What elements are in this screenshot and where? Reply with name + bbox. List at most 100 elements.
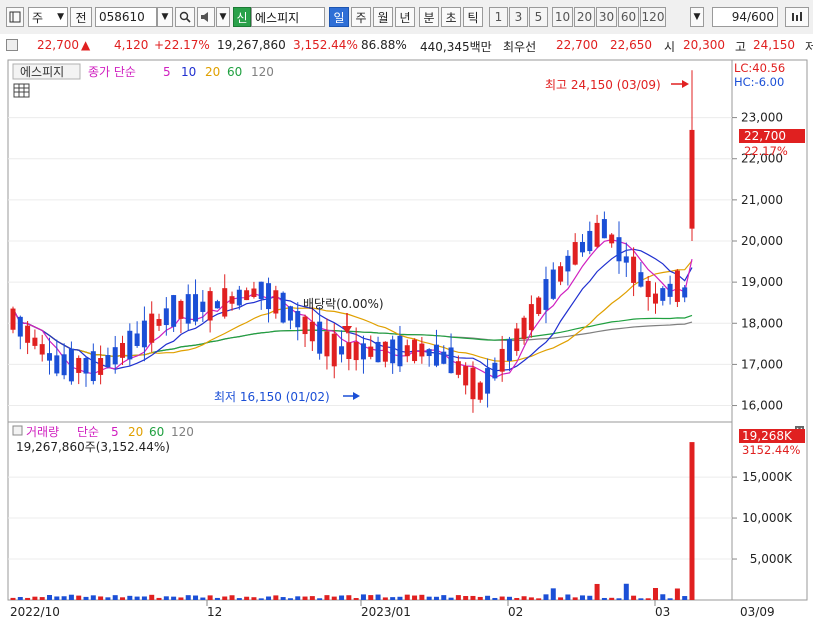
candle-body [528, 304, 534, 331]
minute-30-button[interactable]: 30 [596, 7, 617, 27]
period-tick-button[interactable]: 틱 [463, 7, 483, 27]
volume-toggle[interactable] [12, 425, 23, 436]
candle-body [83, 358, 89, 374]
table-icon[interactable] [13, 83, 30, 98]
low-annotation: 최저 16,150 (01/02) [214, 390, 330, 404]
volume-bar [492, 597, 498, 600]
minute-3-button[interactable]: 3 [509, 7, 528, 27]
volume-bar [317, 598, 323, 600]
volume-bar [287, 598, 293, 600]
minute-60-button[interactable]: 60 [618, 7, 639, 27]
period-second-label: 초 [445, 10, 457, 25]
volume-bar [127, 595, 133, 600]
last-price-value: 22,700 [744, 129, 786, 143]
volume-bar [419, 594, 425, 600]
ma5-label: 5 [163, 65, 171, 79]
minute-10-button[interactable]: 10 [552, 7, 573, 27]
candle-body [404, 345, 410, 357]
candle-body [156, 319, 162, 326]
volume-bar [229, 595, 235, 600]
minute-20-button[interactable]: 20 [574, 7, 595, 27]
x-label-02: 02 [508, 605, 523, 619]
search-icon[interactable] [175, 7, 195, 27]
candle-body [631, 256, 637, 283]
code-input[interactable]: 058610 [95, 7, 157, 27]
volume-bar [448, 597, 454, 600]
count-value: 94 [731, 10, 748, 24]
x-label-12: 12 [207, 605, 222, 619]
price-tick-label: 16,000 [741, 399, 783, 413]
volume-bar [61, 596, 67, 600]
candle-body [112, 347, 118, 365]
candle-body [689, 129, 695, 229]
ma20-label: 20 [205, 65, 220, 79]
change-rate: +22.17% [154, 38, 210, 52]
candle-body [419, 343, 425, 357]
volume-bar [360, 594, 366, 600]
candle-body [32, 337, 38, 346]
candle-body [185, 294, 191, 324]
volume-bar [455, 595, 461, 600]
speaker-icon[interactable] [197, 7, 215, 27]
candle-body [470, 367, 476, 400]
layout-icon[interactable] [6, 7, 24, 27]
hc-label: HC:-6.00 [734, 75, 784, 89]
low-label: 저 [805, 40, 813, 54]
candle-body [346, 342, 352, 360]
vol-ma60-label: 60 [149, 425, 164, 439]
candle-body [120, 342, 126, 358]
count-input[interactable]: 94/600 [712, 7, 778, 27]
stock-chart[interactable]: 16,00017,00018,00019,00020,00021,00022,0… [0, 56, 813, 626]
up-arrow-icon: ▲ [81, 38, 91, 52]
volume-bar [222, 596, 228, 600]
type-button[interactable]: 전 [70, 7, 92, 27]
quote-bar: 22,700 ▲ 4,120 +22.17% 19,267,860 3,152.… [0, 34, 813, 57]
volume-bar [514, 597, 520, 600]
volume-bar [39, 597, 45, 600]
minute-5-button[interactable]: 5 [529, 7, 548, 27]
count-dropdown-icon[interactable]: ▼ [690, 7, 704, 27]
ma120-label: 120 [251, 65, 274, 79]
minute-30-label: 30 [598, 10, 615, 24]
price-change: 4,120 [114, 38, 149, 52]
volume-bar [76, 595, 82, 600]
period-day-button[interactable]: 일 [329, 7, 349, 27]
volume-bar [185, 595, 191, 600]
volume-bar [470, 595, 476, 600]
period-month-button[interactable]: 월 [373, 7, 393, 27]
market-select[interactable]: 주 ▼ [28, 7, 68, 27]
minute-1-button[interactable]: 1 [489, 7, 508, 27]
period-second-button[interactable]: 초 [441, 7, 461, 27]
candle-body [360, 343, 366, 360]
volume-bar [244, 596, 250, 600]
minute-120-button[interactable]: 120 [640, 7, 666, 27]
speaker-dropdown-icon[interactable]: ▼ [216, 7, 230, 27]
candle-body [222, 288, 228, 317]
candle-body [317, 321, 323, 354]
volume-bar [536, 598, 542, 600]
volume-bar [616, 598, 622, 600]
quote-checkbox[interactable] [6, 39, 18, 51]
chart-settings-icon[interactable] [785, 7, 809, 27]
volume-bar [528, 597, 534, 600]
stock-name-label: 에스피지 [255, 10, 300, 25]
volume-bar [368, 595, 374, 600]
period-year-button[interactable]: 년 [395, 7, 415, 27]
volume-bar [543, 594, 549, 600]
candle-body [10, 308, 16, 330]
period-minute-button[interactable]: 분 [419, 7, 439, 27]
volume-bar [98, 596, 104, 600]
period-week-button[interactable]: 주 [351, 7, 371, 27]
candle-body [244, 290, 250, 301]
candle-body [353, 342, 359, 361]
volume-bar [397, 596, 403, 600]
candle-body [90, 351, 96, 382]
code-dropdown-icon[interactable]: ▼ [157, 7, 173, 27]
volume-bar [550, 588, 556, 600]
candle-body [412, 339, 418, 362]
volume-indicator-label: 단순 [77, 425, 99, 439]
candle-body [98, 358, 104, 375]
period-month-label: 월 [377, 10, 389, 25]
volume-bar [558, 597, 564, 600]
candle-body [550, 269, 556, 299]
